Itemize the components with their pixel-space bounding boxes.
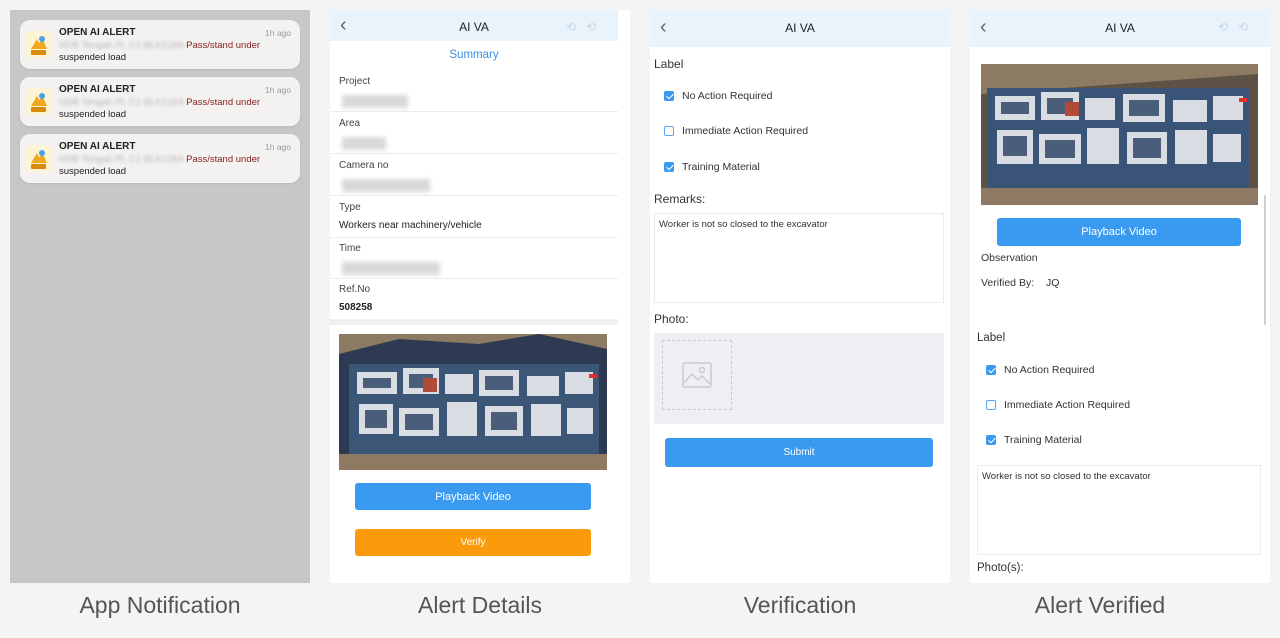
- blurred-location: HDB Tengah Pl, C1 BLK126A: [59, 97, 184, 108]
- camera-value-redacted: [342, 179, 430, 192]
- checkbox-unchecked: [986, 400, 996, 410]
- ref-value: 508258: [339, 302, 373, 313]
- image-placeholder-icon: [682, 362, 712, 388]
- app-logo-icon: [25, 88, 52, 115]
- area-value-redacted: [342, 137, 386, 150]
- notification-message: HDB Tengah Pl, C1 BLK126A Pass/stand und…: [59, 97, 260, 108]
- alert-type-text: Pass/stand under: [186, 40, 261, 51]
- submit-button[interactable]: Submit: [665, 438, 933, 467]
- area-field: Area: [330, 112, 618, 154]
- header-bar: ‹ AI VA: [650, 10, 950, 47]
- label-heading: Label: [977, 332, 1006, 344]
- photo-upload-area: [654, 333, 944, 424]
- type-field: Type Workers near machinery/vehicle: [330, 196, 618, 238]
- option-label: Immediate Action Required: [682, 125, 809, 137]
- area-label: Area: [339, 118, 361, 129]
- camera-snapshot[interactable]: [981, 64, 1258, 205]
- ref-label: Ref.No: [339, 284, 371, 295]
- blurred-location: HDB Tengah Pl, C1 BLK126A: [59, 154, 184, 165]
- checkbox-checked[interactable]: [664, 162, 674, 172]
- header-action-icons[interactable]: ⟲⟲: [1218, 20, 1258, 34]
- verification-screen: ‹ AI VA Label No Action Required Immedia…: [650, 10, 950, 583]
- header-bar: ‹ AI VA ⟲⟲: [330, 10, 618, 41]
- notification-screen: OPEN AI ALERT 1h ago HDB Tengah Pl, C1 B…: [10, 10, 310, 583]
- notification-message-line2: suspended load: [59, 166, 127, 177]
- camera-field: Camera no: [330, 154, 618, 196]
- checkbox-checked: [986, 435, 996, 445]
- option-label: No Action Required: [682, 90, 773, 102]
- notification-title: OPEN AI ALERT: [59, 141, 136, 152]
- time-field: Time: [330, 237, 618, 279]
- verified-by-label: Verified By:: [981, 277, 1035, 289]
- alert-type-text: Pass/stand under: [186, 154, 261, 165]
- photo-label: Photo:: [654, 312, 689, 326]
- notification-message-line2: suspended load: [59, 109, 127, 120]
- ref-field: Ref.No 508258: [330, 278, 618, 320]
- summary-heading: Summary: [449, 49, 499, 61]
- notification-card[interactable]: OPEN AI ALERT 1h ago HDB Tengah Pl, C1 B…: [20, 20, 300, 69]
- notification-time: 1h ago: [265, 85, 291, 95]
- notification-card[interactable]: OPEN AI ALERT 1h ago HDB Tengah Pl, C1 B…: [20, 134, 300, 183]
- observation-label: Observation: [981, 252, 1038, 264]
- scrollbar[interactable]: [1264, 195, 1266, 325]
- camera-label: Camera no: [339, 160, 389, 171]
- page-title: AI VA: [785, 21, 815, 35]
- notification-message-line2: suspended load: [59, 52, 127, 63]
- alert-verified-screen: ‹ AI VA ⟲⟲ Playback Video Observation Ve…: [970, 10, 1270, 583]
- app-logo-icon: [25, 31, 52, 58]
- blurred-location: HDB Tengah Pl, C1 BLK126A: [59, 40, 184, 51]
- caption-verification: Verification: [743, 592, 857, 618]
- notification-time: 1h ago: [265, 142, 291, 152]
- caption-details: Alert Details: [418, 592, 542, 618]
- label-heading: Label: [654, 57, 684, 71]
- time-value-redacted: [342, 262, 440, 275]
- section-divider: [330, 319, 618, 325]
- notification-card[interactable]: OPEN AI ALERT 1h ago HDB Tengah Pl, C1 B…: [20, 77, 300, 126]
- alert-type-text: Pass/stand under: [186, 97, 261, 108]
- option-label: No Action Required: [1004, 364, 1095, 376]
- option-label: Training Material: [682, 161, 760, 173]
- notification-message: HDB Tengah Pl, C1 BLK126A Pass/stand und…: [59, 154, 260, 165]
- checkbox-unchecked[interactable]: [664, 126, 674, 136]
- notification-time: 1h ago: [265, 28, 291, 38]
- time-label: Time: [339, 243, 361, 254]
- checkbox-checked: [986, 365, 996, 375]
- playback-video-button[interactable]: Playback Video: [997, 218, 1241, 246]
- remarks-label: Remarks:: [654, 192, 706, 206]
- add-photo-button[interactable]: [662, 340, 732, 410]
- notification-title: OPEN AI ALERT: [59, 84, 136, 95]
- notification-title: OPEN AI ALERT: [59, 27, 136, 38]
- app-logo-icon: [25, 145, 52, 172]
- type-value: Workers near machinery/vehicle: [339, 220, 482, 231]
- alert-details-screen: ‹ AI VA ⟲⟲ Summary Project Area Camera n…: [330, 10, 630, 583]
- caption-verified: Alert Verified: [1034, 592, 1166, 618]
- option-label: Immediate Action Required: [1004, 399, 1131, 411]
- project-field: Project: [330, 70, 618, 112]
- option-label: Training Material: [1004, 434, 1082, 446]
- project-value-redacted: [342, 95, 408, 108]
- playback-video-button[interactable]: Playback Video: [355, 483, 591, 510]
- camera-snapshot[interactable]: [339, 334, 607, 470]
- checkbox-checked[interactable]: [664, 91, 674, 101]
- type-label: Type: [339, 202, 361, 213]
- photos-label: Photo(s):: [977, 562, 1024, 574]
- verified-by-value: JQ: [1046, 277, 1060, 289]
- header-action-icons[interactable]: ⟲⟲: [566, 20, 606, 34]
- project-label: Project: [339, 76, 371, 87]
- remarks-textarea[interactable]: Worker is not so closed to the excavator: [654, 213, 944, 303]
- remarks-display: Worker is not so closed to the excavator: [977, 465, 1261, 555]
- caption-notification: App Notification: [79, 592, 241, 618]
- verify-button[interactable]: Verify: [355, 529, 591, 556]
- notification-message: HDB Tengah Pl, C1 BLK126A Pass/stand und…: [59, 40, 260, 51]
- header-bar: ‹ AI VA ⟲⟲: [970, 10, 1270, 47]
